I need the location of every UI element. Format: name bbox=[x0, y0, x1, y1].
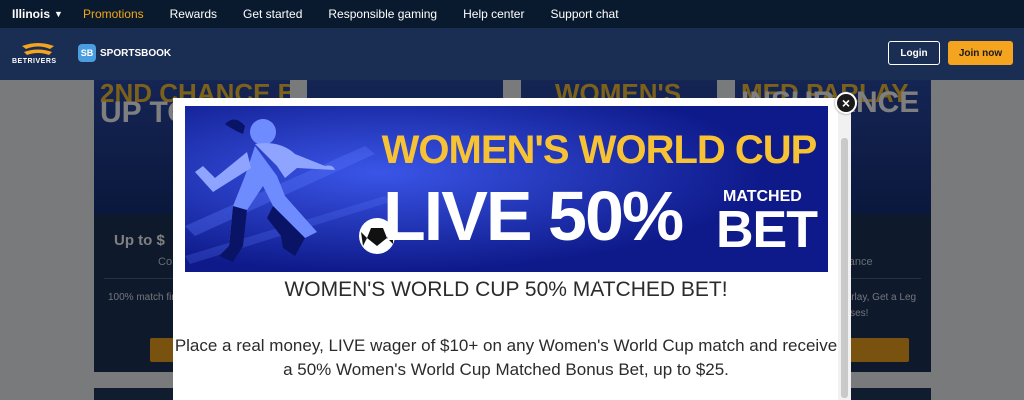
nav-responsible-gaming[interactable]: Responsible gaming bbox=[328, 7, 437, 21]
nav-promotions[interactable]: Promotions bbox=[83, 7, 144, 21]
sportsbook-badge-icon: SB bbox=[78, 44, 96, 62]
join-now-button[interactable]: Join now bbox=[948, 41, 1013, 65]
promo-banner: WOMEN'S WORLD CUP LIVE 50% MATCHED BET bbox=[185, 106, 828, 272]
banner-headline: WOMEN'S WORLD CUP bbox=[381, 128, 818, 172]
modal-description: Place a real money, LIVE wager of $10+ o… bbox=[174, 336, 838, 379]
nav-help-center[interactable]: Help center bbox=[463, 7, 524, 21]
modal-scrollbar-thumb[interactable] bbox=[841, 138, 848, 398]
nav-rewards[interactable]: Rewards bbox=[170, 7, 217, 21]
state-selector[interactable]: Illinois ▼ bbox=[12, 7, 63, 21]
nav-support-chat[interactable]: Support chat bbox=[550, 7, 618, 21]
login-button[interactable]: Login bbox=[888, 41, 940, 65]
betrivers-logo-text: BETRIVERS bbox=[12, 58, 57, 65]
sportsbook-logo[interactable]: SB SPORTSBOOK bbox=[78, 44, 171, 62]
promo-modal: WOMEN'S WORLD CUP LIVE 50% MATCHED BET W… bbox=[173, 98, 851, 400]
sportsbook-logo-text: SPORTSBOOK bbox=[100, 47, 172, 59]
modal-title: WOMEN'S WORLD CUP 50% MATCHED BET! bbox=[284, 278, 728, 301]
banner-bet: BET bbox=[716, 201, 818, 259]
state-label: Illinois bbox=[12, 7, 51, 21]
chevron-down-icon: ▼ bbox=[54, 9, 63, 19]
brand-header: BETRIVERS SB SPORTSBOOK bbox=[0, 28, 1024, 80]
betrivers-mark-icon bbox=[22, 43, 54, 55]
banner-live-offer: LIVE 50% bbox=[383, 177, 684, 255]
close-icon[interactable]: × bbox=[835, 92, 857, 114]
top-navigation: Illinois ▼ Promotions Rewards Get starte… bbox=[0, 0, 1024, 28]
betrivers-logo[interactable]: BETRIVERS bbox=[12, 42, 64, 68]
nav-get-started[interactable]: Get started bbox=[243, 7, 302, 21]
